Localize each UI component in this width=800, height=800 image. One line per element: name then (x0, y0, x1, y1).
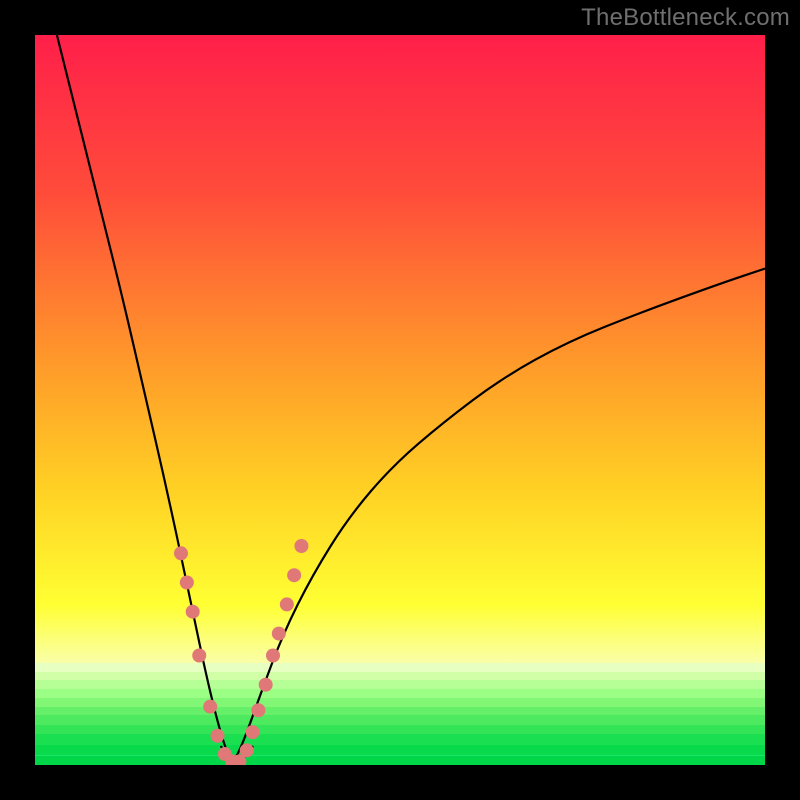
valley-dot (266, 649, 280, 663)
valley-dot (246, 725, 260, 739)
valley-dot (192, 649, 206, 663)
valley-dot (180, 576, 194, 590)
chart-frame: TheBottleneck.com (0, 0, 800, 800)
valley-dot (259, 678, 273, 692)
curve-svg (35, 35, 765, 765)
valley-dot (272, 627, 286, 641)
valley-dot (211, 729, 225, 743)
valley-dot (186, 605, 200, 619)
valley-dot (203, 700, 217, 714)
valley-dot (240, 743, 254, 757)
watermark-text: TheBottleneck.com (581, 4, 790, 32)
valley-dot (294, 539, 308, 553)
valley-dot (280, 597, 294, 611)
bottleneck-curve (57, 35, 765, 759)
plot-area (35, 35, 765, 765)
valley-dots (174, 539, 308, 765)
valley-dot (174, 546, 188, 560)
valley-dot (287, 568, 301, 582)
valley-dot (251, 703, 265, 717)
